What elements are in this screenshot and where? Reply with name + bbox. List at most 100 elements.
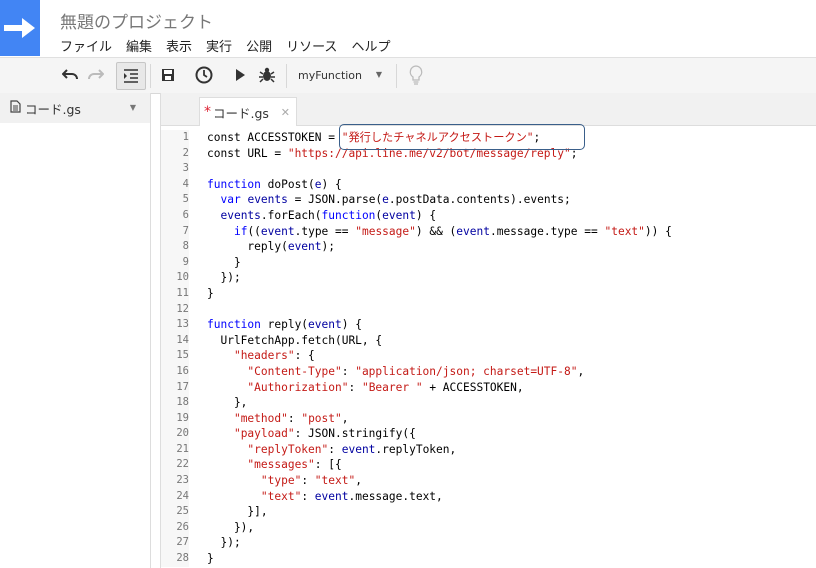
code-line[interactable]: var events = JSON.parse(e.postData.conte…: [207, 192, 672, 208]
code-line[interactable]: "replyToken": event.replyToken,: [207, 442, 672, 458]
chevron-down-icon[interactable]: ▼: [130, 103, 136, 112]
code-token: events: [247, 193, 288, 207]
modified-indicator-icon: *: [204, 104, 211, 120]
code-token: :: [301, 474, 315, 488]
code-token: "replyToken": [247, 442, 329, 456]
app-logo[interactable]: [0, 0, 40, 56]
project-title[interactable]: 無題のプロジェクト: [60, 8, 213, 33]
code-token: events: [220, 208, 261, 222]
code-line[interactable]: "messages": [{: [207, 457, 672, 473]
menu-run[interactable]: 実行: [206, 36, 232, 55]
lightbulb-icon: [409, 65, 423, 85]
code-token: "method": [233, 411, 288, 425]
code-editor[interactable]: const ACCESSTOKEN = "発行したチャネルアクセストークン"; c…: [207, 130, 672, 567]
tab-code-gs[interactable]: * コード.gs ✕: [199, 97, 297, 126]
line-number: 27: [176, 536, 189, 549]
code-line[interactable]: function reply(event) {: [207, 317, 672, 333]
code-token: "post": [301, 411, 342, 425]
code-token: "headers": [233, 349, 295, 363]
code-line[interactable]: },: [207, 395, 672, 411]
code-token: UrlFetchApp.fetch(URL, {: [207, 333, 383, 347]
editor-area: * コード.gs ✕ 1 2 3 4 5 6 7 8 9 10 11 12 13 14 15 16 17 18 19…: [160, 93, 816, 568]
code-line[interactable]: "payload": JSON.stringify({: [207, 426, 672, 442]
menu-edit[interactable]: 編集: [126, 36, 152, 55]
indent-button[interactable]: [116, 62, 146, 90]
code-token: .type ==: [294, 224, 356, 238]
line-number: 1: [182, 131, 189, 143]
code-token: }: [207, 286, 214, 300]
code-token: event: [382, 208, 416, 222]
code-line[interactable]: });: [207, 270, 672, 286]
code-token: event: [260, 224, 295, 238]
code-line[interactable]: events.forEach(function(event) {: [207, 208, 672, 224]
code-line[interactable]: "headers": {: [207, 348, 672, 364]
code-line[interactable]: [207, 302, 672, 318]
line-number: 20: [176, 427, 189, 440]
code-line[interactable]: function doPost(e) {: [207, 177, 672, 193]
line-number: 26: [176, 520, 189, 533]
line-number: 5: [182, 193, 189, 206]
code-token: + ACCESSTOKEN,: [422, 380, 524, 394]
line-number: 23: [176, 474, 189, 487]
undo-button[interactable]: [58, 62, 82, 88]
line-number-gutter: 1 2 3 4 5 6 7 8 9 10 11 12 13 14 15 16 17 18 19 20 21 22 23 24 2…: [161, 130, 189, 567]
code-line[interactable]: "method": "post",: [207, 411, 672, 427]
code-line[interactable]: "Authorization": "Bearer " + ACCESSTOKEN…: [207, 380, 672, 396]
debug-button[interactable]: [254, 62, 280, 88]
code-line[interactable]: UrlFetchApp.fetch(URL, {: [207, 333, 672, 349]
code-token: .forEach(: [260, 208, 322, 222]
menu-help[interactable]: ヘルプ: [351, 36, 390, 55]
code-token: : [{: [314, 458, 342, 472]
code-token: "type": [260, 474, 302, 488]
code-token: ,: [577, 364, 585, 378]
code-line[interactable]: }),: [207, 520, 672, 536]
menu-view[interactable]: 表示: [166, 36, 192, 55]
function-select[interactable]: myFunction ▼: [290, 64, 390, 86]
code-token: }: [207, 255, 241, 269]
save-button[interactable]: [156, 62, 180, 88]
code-token: ) {: [321, 177, 342, 191]
code-token: "messages": [247, 458, 315, 472]
line-number: 19: [176, 411, 189, 424]
code-token: event: [456, 224, 490, 238]
line-number: 18: [176, 396, 189, 409]
code-token: "text": [314, 474, 356, 488]
redo-button[interactable]: [84, 62, 108, 88]
close-icon[interactable]: ✕: [281, 106, 290, 119]
menu-resources[interactable]: リソース: [286, 36, 337, 55]
undo-icon: [62, 69, 78, 80]
code-line[interactable]: if((event.type == "message") && (event.m…: [207, 224, 672, 240]
code-line[interactable]: reply(event);: [207, 239, 672, 255]
code-token: ) {: [415, 208, 437, 222]
menu-publish[interactable]: 公開: [246, 36, 272, 55]
code-line[interactable]: }: [207, 551, 672, 567]
line-number: 11: [176, 286, 189, 299]
code-line[interactable]: }],: [207, 504, 672, 520]
code-token: event: [287, 240, 322, 254]
code-token: ,: [341, 411, 349, 425]
line-number: 28: [176, 552, 189, 565]
line-number: 24: [176, 489, 189, 502]
code-line[interactable]: });: [207, 535, 672, 551]
code-line[interactable]: "type": "text",: [207, 473, 672, 489]
bulb-button[interactable]: [404, 62, 428, 88]
code-token: doPost(: [260, 177, 315, 191]
code-line[interactable]: "Content-Type": "application/json; chars…: [207, 364, 672, 380]
file-item-label: コード.gs: [25, 101, 81, 117]
code-line[interactable]: }: [207, 255, 672, 271]
file-item-code-gs[interactable]: コード.gs ▼: [0, 93, 150, 123]
menu-file[interactable]: ファイル: [60, 36, 112, 55]
code-line[interactable]: [207, 161, 672, 177]
code-token: e: [382, 193, 389, 207]
code-line[interactable]: "text": event.message.text,: [207, 489, 672, 505]
triggers-button[interactable]: [192, 62, 216, 88]
code-line[interactable]: }: [207, 286, 672, 302]
floppy-disk-icon: [162, 69, 174, 81]
line-number: 3: [182, 162, 189, 175]
run-button[interactable]: [228, 62, 252, 88]
